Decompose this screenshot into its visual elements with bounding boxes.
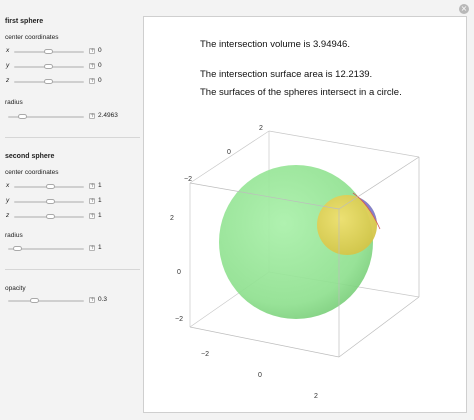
opacity-slider[interactable] [8,300,84,302]
tick-label: −2 [184,176,192,183]
tick-label: 0 [258,372,262,379]
second-x-label: x [6,182,10,189]
second-y-slider-thumb[interactable] [46,199,55,204]
plus-icon[interactable]: + [89,113,95,119]
tick-label: −2 [175,316,183,323]
plus-icon[interactable]: + [89,198,95,204]
plus-icon[interactable]: + [89,245,95,251]
first-radius-label: radius [5,99,23,106]
plus-icon[interactable]: + [89,183,95,189]
first-z-value: 0 [98,77,102,84]
manipulate-app: × first sphere center coordinates x + 0 … [0,0,474,420]
first-center-label: center coordinates [5,34,59,41]
tick-label: 2 [314,393,318,400]
plus-icon[interactable]: + [89,63,95,69]
sphere-plot[interactable]: 2 0 −2 2 0 −2 −2 0 2 [144,17,466,412]
plus-icon[interactable]: + [89,297,95,303]
first-x-value: 0 [98,47,102,54]
second-x-value: 1 [98,182,102,189]
first-radius-slider-thumb[interactable] [18,114,27,119]
second-radius-label: radius [5,232,23,239]
second-z-label: z [6,212,10,219]
first-y-slider-thumb[interactable] [44,64,53,69]
second-z-value: 1 [98,212,102,219]
second-z-slider-thumb[interactable] [46,214,55,219]
section-divider [5,137,140,138]
second-y-label: y [6,197,10,204]
first-y-value: 0 [98,62,102,69]
tick-label: 0 [227,149,231,156]
second-y-value: 1 [98,197,102,204]
second-radius-slider-thumb[interactable] [13,246,22,251]
second-sphere-title: second sphere [5,153,55,160]
plus-icon[interactable]: + [89,78,95,84]
second-x-slider-thumb[interactable] [46,184,55,189]
plus-icon[interactable]: + [89,213,95,219]
tick-label: 2 [259,125,263,132]
tick-label: 2 [170,215,174,222]
opacity-label: opacity [5,285,26,292]
opacity-slider-thumb[interactable] [30,298,39,303]
first-x-label: x [6,47,10,54]
close-icon[interactable]: × [459,4,469,14]
tick-label: −2 [201,351,209,358]
output-panel: The intersection volume is 3.94946. The … [143,16,467,413]
second-radius-value: 1 [98,244,102,251]
first-x-slider-thumb[interactable] [44,49,53,54]
first-z-label: z [6,77,10,84]
tick-label: 0 [177,269,181,276]
first-sphere-title: first sphere [5,18,44,25]
first-y-label: y [6,62,10,69]
second-center-label: center coordinates [5,169,59,176]
section-divider [5,269,140,270]
opacity-value: 0.3 [98,296,108,303]
first-radius-value: 2.4963 [98,112,118,119]
first-z-slider-thumb[interactable] [44,79,53,84]
plus-icon[interactable]: + [89,48,95,54]
